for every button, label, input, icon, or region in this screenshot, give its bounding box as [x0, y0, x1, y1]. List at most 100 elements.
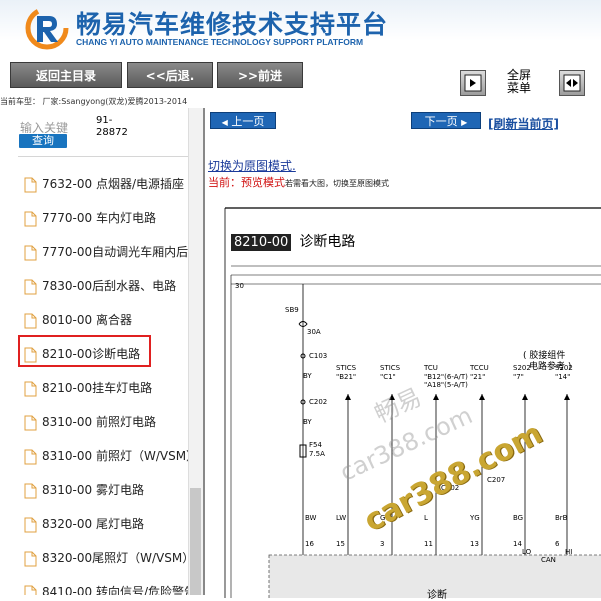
- column-num: 13: [470, 540, 479, 548]
- mode-name: 预览模式: [241, 176, 285, 189]
- page-navbar: ◀ 上一页 下一页 ▶ [刷新当前页]: [205, 108, 601, 132]
- tree-item-label: 8310-00 雾灯电路: [42, 483, 144, 497]
- bottom-label: 诊断: [427, 590, 447, 601]
- main-content: ◀ 上一页 下一页 ▶ [刷新当前页] 切换为原图模式. 当前：预览模式若需看大…: [203, 108, 601, 601]
- mode-line: 当前：预览模式若需看大图，切换至原图模式: [208, 174, 389, 190]
- document-icon: [24, 245, 37, 260]
- hi-label: HI: [565, 548, 573, 556]
- tree-item[interactable]: 7830-00后刮水器、电路: [20, 272, 188, 300]
- next-page-label: 下一页: [424, 115, 458, 128]
- fullscreen-button[interactable]: [559, 70, 585, 96]
- tree-item-label: 7632-00 点烟器/电源插座: [42, 177, 184, 191]
- column-num: 11: [424, 540, 433, 548]
- column-pin: "B21": [336, 373, 357, 381]
- next-triangle-icon: ▶: [461, 118, 468, 127]
- column-num: 14: [513, 540, 522, 548]
- search-value-line2: 28872: [96, 127, 128, 138]
- tree-item[interactable]: 8410-00 转向信号/危险警告: [20, 578, 188, 595]
- fullscreen-menu-label[interactable]: 全屏 菜单: [504, 69, 534, 95]
- tree-item-label: 8320-00尾照灯（W/VSM）: [42, 551, 188, 565]
- brand-logo-icon: [25, 6, 69, 50]
- header-banner: 畅易汽车维修技术支持平台 CHANG YI AUTO MAINTENANCE T…: [0, 0, 601, 58]
- switch-original-link[interactable]: 切换为原图模式.: [208, 157, 296, 174]
- diagram-title-text: 诊断电路: [299, 234, 356, 250]
- column-wire: BrB: [555, 514, 568, 522]
- search-button[interactable]: 查询: [18, 133, 68, 149]
- tree-item[interactable]: 7770-00 车内灯电路: [20, 204, 188, 232]
- tree-item[interactable]: 8210-00挂车灯电路: [20, 374, 188, 402]
- prev-triangle-icon: ◀: [221, 118, 228, 127]
- forward-button[interactable]: >>前进: [217, 62, 303, 88]
- document-icon: [24, 517, 37, 532]
- sidebar: 输入关键 91- 28872 查询 7632-00 点烟器/电源插座 7770-0…: [0, 108, 203, 595]
- column-wire: LW: [336, 514, 347, 522]
- tree-item-label: 7770-00 车内灯电路: [42, 211, 156, 225]
- toolbar: 返回主目录 <<后退. >>前进 全屏 菜单: [0, 58, 601, 96]
- column-pin: "7": [513, 373, 524, 381]
- document-icon: [24, 177, 37, 192]
- column-top: S202: [513, 364, 531, 372]
- tree-item[interactable]: 8310-00 前照灯电路: [20, 408, 188, 436]
- refresh-link[interactable]: [刷新当前页]: [488, 115, 559, 132]
- tree-item-label: 8310-00 前照灯电路: [42, 415, 156, 429]
- column-top: TCU: [424, 364, 438, 372]
- column-num: 3: [380, 540, 385, 548]
- bus-label: 30: [235, 282, 244, 290]
- back-button[interactable]: <<后退.: [127, 62, 213, 88]
- expand-arrows-icon: [563, 74, 581, 92]
- tree-item[interactable]: 8310-00 雾灯电路: [20, 476, 188, 504]
- document-icon: [24, 313, 37, 328]
- document-icon: [24, 449, 37, 464]
- f54-label: F54: [309, 441, 322, 449]
- document-icon: [24, 551, 37, 566]
- next-page-button[interactable]: 下一页 ▶: [411, 112, 481, 129]
- sidebar-divider: [18, 156, 188, 157]
- column-num: 6: [555, 540, 560, 548]
- sidebar-scroll-thumb[interactable]: [190, 488, 201, 595]
- tree-item[interactable]: 8010-00 离合器: [20, 306, 188, 334]
- column-top: STICS: [336, 364, 357, 372]
- fuse-rating: 30A: [307, 328, 321, 336]
- column-wire: YG: [470, 514, 480, 522]
- tree-item-label: 8210-00挂车灯电路: [42, 381, 153, 395]
- c103-label: C103: [309, 352, 328, 360]
- tree-item-label: 8310-00 前照灯（W/VSM）: [42, 449, 188, 463]
- column-pin: "B12"(6-A/T) "A18"(5-A/T): [424, 373, 468, 389]
- lo-label: LO: [522, 548, 532, 556]
- tree-item[interactable]: 7770-00自动调光车厢内后视镜: [20, 238, 188, 266]
- document-icon: [24, 415, 37, 430]
- document-icon: [24, 211, 37, 226]
- search-value-line1: 91-: [96, 115, 113, 126]
- bw-label: BW: [305, 514, 317, 522]
- tree-item-label: 7830-00后刮水器、电路: [42, 279, 177, 293]
- column-top: TCCU: [470, 364, 489, 372]
- column-pin: "14": [555, 373, 571, 381]
- tree-item[interactable]: 8320-00尾照灯（W/VSM）: [20, 544, 188, 572]
- tree-item[interactable]: 8310-00 前照灯（W/VSM）: [20, 442, 188, 470]
- column-num: 15: [336, 540, 345, 548]
- document-icon: [24, 483, 37, 498]
- prev-page-label: 上一页: [231, 115, 265, 128]
- column-pin: "21": [470, 373, 486, 381]
- document-icon: [24, 381, 37, 396]
- column-wire: BG: [513, 514, 524, 522]
- search-input[interactable]: 91- 28872: [96, 115, 128, 139]
- tree-item-label: 8320-00 尾灯电路: [42, 517, 144, 531]
- mode-prefix: 当前：: [208, 176, 241, 189]
- tree-item[interactable]: 7632-00 点烟器/电源插座: [20, 170, 188, 198]
- c202a-label: C202: [309, 398, 328, 406]
- wiring-diagram: 8210-00 诊断电路 30 SB9 30A C103 BY C202 BY F…: [205, 198, 601, 601]
- column-top: S202: [555, 364, 573, 372]
- tree-item[interactable]: 8320-00 尾灯电路: [20, 510, 188, 538]
- brand-subtitle: CHANG YI AUTO MAINTENANCE TECHNOLOGY SUP…: [76, 37, 364, 47]
- by2-label: BY: [303, 418, 312, 426]
- home-button[interactable]: 返回主目录: [10, 62, 122, 88]
- prev-page-button[interactable]: ◀ 上一页: [210, 112, 276, 129]
- f54-rating: 7.5A: [309, 450, 325, 458]
- tree-item-label: 7770-00自动调光车厢内后视镜: [42, 245, 188, 259]
- current-vehicle: 当前车型： 厂家:Ssangyong(双龙)爱腾2013-2014: [0, 97, 188, 106]
- selected-item-highlight: [18, 335, 151, 367]
- fullscreen-label-line1: 全屏: [506, 68, 531, 82]
- by1-label: BY: [303, 372, 312, 380]
- collapse-sidebar-button[interactable]: [460, 70, 486, 96]
